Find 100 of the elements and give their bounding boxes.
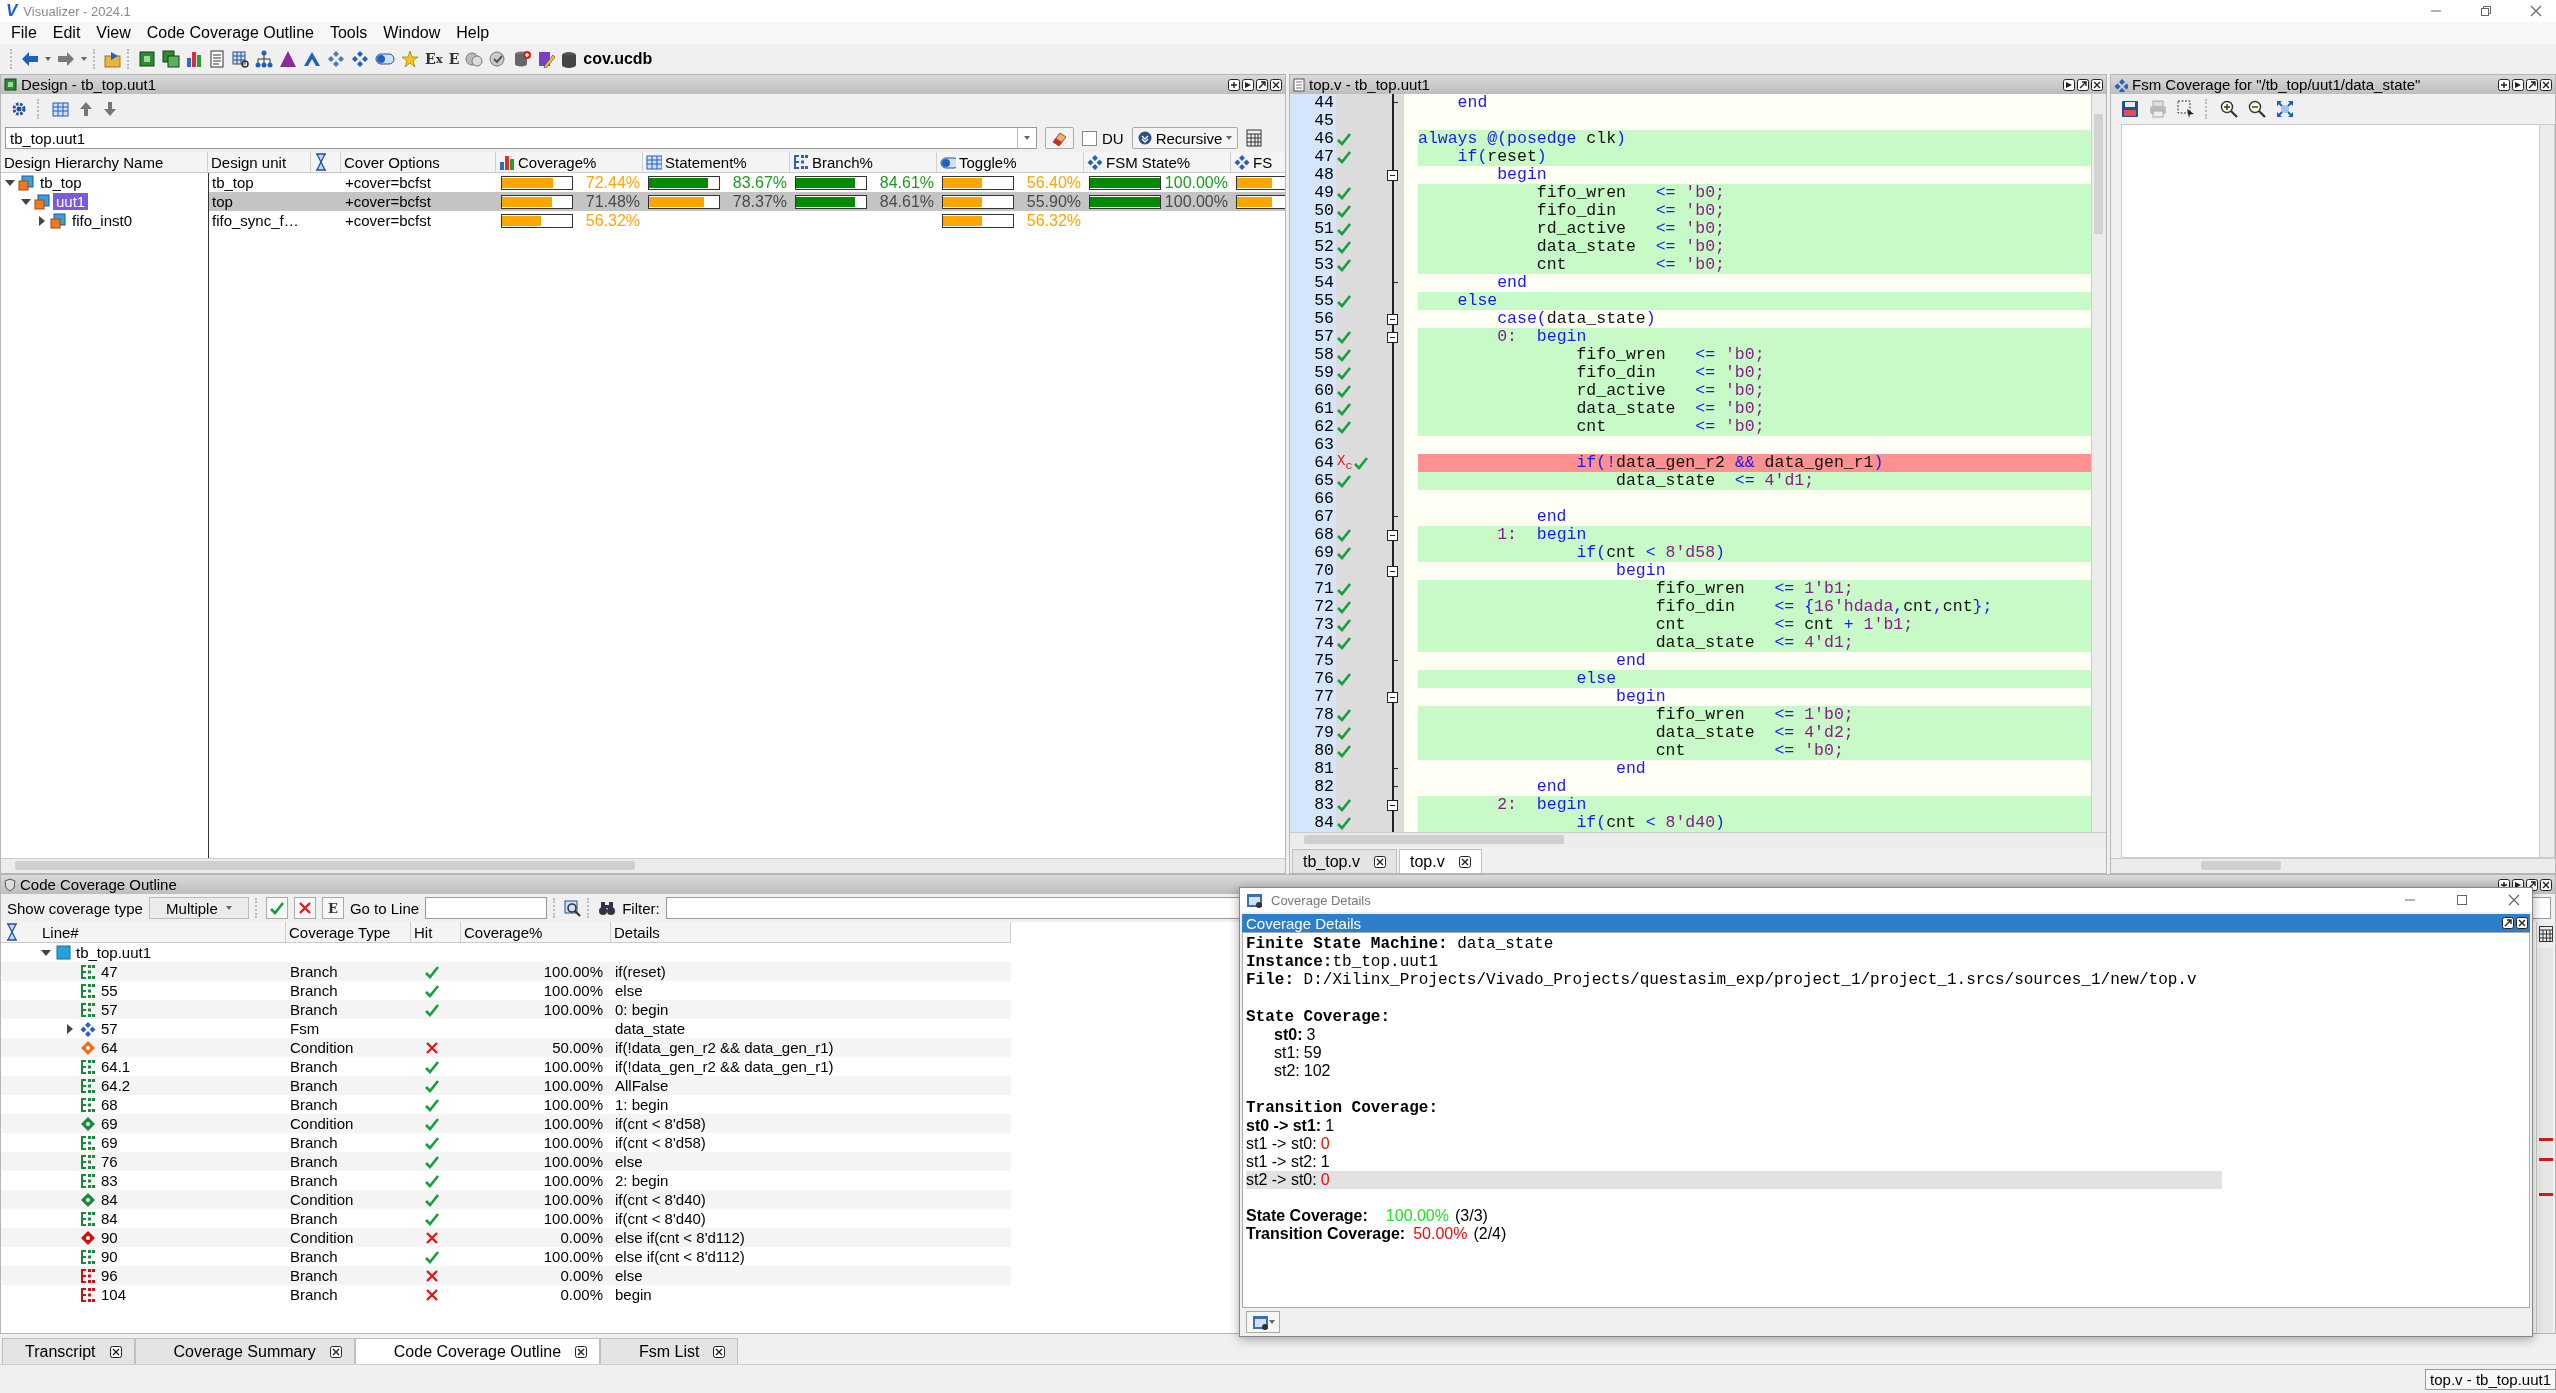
expand-arrow-icon[interactable]: [65, 1023, 75, 1034]
collapse-icon[interactable]: [1387, 314, 1398, 325]
calculator-icon[interactable]: [2539, 926, 2553, 942]
chip-stack-icon[interactable]: [162, 50, 180, 68]
back-arrow-icon[interactable]: [21, 51, 39, 67]
close-icon[interactable]: [2091, 78, 2103, 91]
diamonds-icon[interactable]: [351, 50, 369, 68]
scrollbar[interactable]: [1, 858, 1285, 873]
restore-icon[interactable]: [2480, 5, 2492, 17]
database-add-icon[interactable]: [513, 50, 532, 68]
hourglass-icon[interactable]: [314, 153, 328, 171]
up-arrow-icon[interactable]: [79, 101, 93, 117]
caret-icon[interactable]: [45, 57, 51, 61]
maximize-icon[interactable]: [2526, 78, 2538, 91]
document-icon[interactable]: [208, 50, 226, 68]
scrollbar[interactable]: [2539, 125, 2554, 857]
tab[interactable]: Transcript: [2, 1338, 135, 1364]
recursive-dropdown[interactable]: Recursive: [1131, 127, 1239, 149]
menu-item[interactable]: View: [89, 24, 140, 42]
forward-arrow-icon[interactable]: [57, 51, 75, 67]
collapse-icon[interactable]: [1387, 530, 1398, 541]
pencil-icon[interactable]: [537, 50, 556, 68]
table-icon[interactable]: [52, 100, 69, 118]
close-icon[interactable]: [1270, 78, 1282, 91]
scrollbar[interactable]: [2091, 94, 2106, 832]
chevron-icon[interactable]: [303, 50, 321, 68]
eraser-button[interactable]: [1045, 127, 1074, 149]
maximize-icon[interactable]: [1256, 78, 1268, 91]
close-icon[interactable]: [1458, 855, 1471, 868]
tab[interactable]: Coverage Summary: [134, 1338, 355, 1364]
menu-item[interactable]: File: [4, 24, 46, 42]
coverage-type-dropdown[interactable]: Multiple: [148, 897, 249, 919]
star-icon[interactable]: [401, 50, 419, 68]
grid-search-icon[interactable]: [232, 50, 249, 68]
checkbox[interactable]: [1082, 130, 1097, 146]
tree-item[interactable]: tb_top: [37, 174, 85, 191]
chip-icon[interactable]: [138, 50, 156, 68]
collapse-icon[interactable]: [1387, 800, 1398, 811]
close-icon[interactable]: [713, 1345, 726, 1358]
down-arrow-icon[interactable]: [103, 101, 117, 117]
settings-icon[interactable]: [11, 101, 27, 117]
column-header[interactable]: Design Hierarchy Name: [1, 152, 208, 172]
tree-item[interactable]: fifo_inst0: [69, 212, 136, 229]
close-icon[interactable]: [109, 1345, 122, 1358]
collapse-arrow-icon[interactable]: [5, 177, 15, 188]
column-header[interactable]: Details: [611, 922, 1011, 942]
collapse-arrow-icon[interactable]: [41, 947, 51, 958]
menu-item[interactable]: Edit: [45, 24, 90, 42]
caret-icon[interactable]: [1024, 136, 1030, 140]
collapse-icon[interactable]: [1387, 692, 1398, 703]
save-icon[interactable]: [2121, 100, 2139, 118]
hourglass-icon[interactable]: [5, 923, 19, 941]
tree-item[interactable]: uut1: [53, 193, 89, 210]
close-icon[interactable]: [2540, 878, 2552, 891]
close-icon[interactable]: [2516, 917, 2528, 929]
calculator-icon[interactable]: [1246, 129, 1263, 147]
scrollbar[interactable]: [1290, 832, 2106, 847]
column-header[interactable]: Line#: [39, 922, 286, 942]
file-tab[interactable]: tb_top.v: [1292, 849, 1397, 873]
search-icon[interactable]: [564, 899, 582, 917]
close-icon[interactable]: [329, 1345, 342, 1358]
dock-icon[interactable]: [2512, 78, 2524, 91]
zoom-in-icon[interactable]: [2220, 100, 2238, 118]
scrollbar[interactable]: [2111, 858, 2555, 873]
disks-icon[interactable]: [465, 50, 484, 68]
menu-item[interactable]: Help: [449, 24, 499, 42]
disk-check-icon[interactable]: [489, 50, 508, 68]
path-field[interactable]: tb_top.uut1: [5, 127, 1037, 149]
menu-button[interactable]: [1246, 1311, 1280, 1333]
toolbar-button[interactable]: E: [448, 51, 460, 67]
triangle-icon[interactable]: [279, 50, 297, 68]
scrollbar[interactable]: [2539, 948, 2553, 1333]
column-header[interactable]: Cover Options: [341, 152, 496, 172]
collapse-icon[interactable]: [1387, 566, 1398, 577]
binoculars-icon[interactable]: [598, 899, 617, 917]
add-icon[interactable]: [2498, 78, 2510, 91]
cross-button[interactable]: [293, 897, 316, 919]
bar-chart-icon[interactable]: [186, 50, 202, 68]
highlighted-row[interactable]: st2 -> st0: 0: [1246, 1171, 2222, 1189]
column-header[interactable]: Coverage%: [461, 922, 611, 942]
dock-icon[interactable]: [1242, 78, 1254, 91]
tab[interactable]: Fsm List: [600, 1338, 739, 1364]
toggle-icon[interactable]: [375, 50, 395, 68]
maximize-icon[interactable]: [2502, 917, 2514, 929]
tab[interactable]: Code Coverage Outline: [354, 1338, 601, 1364]
column-header[interactable]: Hit: [411, 922, 461, 942]
toolbar-button[interactable]: E: [321, 897, 344, 919]
expand-arrow-icon[interactable]: [37, 215, 47, 226]
dock-icon[interactable]: [2063, 78, 2075, 91]
column-header[interactable]: Design unit: [208, 152, 311, 172]
collapse-icon[interactable]: [1387, 332, 1398, 343]
menu-item[interactable]: Code Coverage Outline: [139, 24, 323, 42]
fit-icon[interactable]: [2276, 100, 2294, 118]
maximize-icon[interactable]: [2077, 78, 2089, 91]
select-icon[interactable]: [2177, 100, 2195, 118]
menu-item[interactable]: Tools: [322, 24, 377, 42]
add-icon[interactable]: [1228, 78, 1240, 91]
file-tab[interactable]: top.v: [1398, 849, 1482, 873]
tree-icon[interactable]: [255, 50, 273, 68]
tree-item[interactable]: tb_top.uut1: [76, 944, 152, 961]
